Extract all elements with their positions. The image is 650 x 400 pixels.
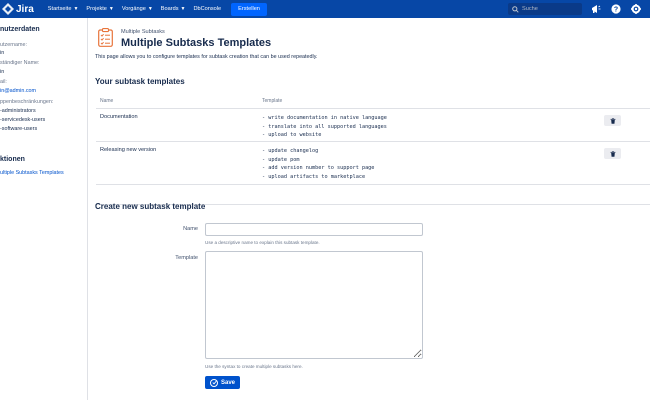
delete-template-button[interactable] (604, 148, 621, 159)
sidebar: nutzerdaten utzername: in ständiger Name… (0, 18, 88, 400)
search-box[interactable] (508, 3, 582, 15)
template-name: Documentation (100, 114, 138, 120)
nav-label: Projekte (86, 6, 107, 12)
top-navigation: Jira Startseite ▼ Projekte ▼ Vorgänge ▼ Boa… (0, 0, 650, 18)
name-input[interactable] (205, 223, 423, 236)
gear-icon[interactable] (630, 3, 642, 15)
table-row: Documentation - write documentation in n… (96, 109, 650, 142)
nav-dbconsole[interactable]: DbConsole (193, 6, 221, 12)
page-description: This page allows you to configure templa… (95, 54, 318, 60)
column-header-name: Name (100, 98, 114, 104)
check-circle-icon (210, 378, 218, 387)
template-field-label: Template (175, 255, 198, 261)
template-name: Releasing new version (100, 147, 157, 153)
nav-label: Vorgänge (121, 6, 146, 12)
help-icon[interactable]: ? (610, 3, 622, 15)
templates-heading: Your subtask templates (95, 77, 185, 86)
sidebar-link-multiple-subtasks-templates[interactable]: ultiple Subtasks Templates (0, 170, 64, 176)
template-textarea[interactable] (205, 251, 423, 359)
nav-label: Boards (160, 6, 179, 12)
page-title: Multiple Subtasks Templates (121, 37, 272, 49)
trash-icon (610, 117, 615, 124)
save-label: Save (221, 379, 236, 386)
create-button[interactable]: Erstellen (231, 2, 267, 16)
name-field-hint: Use a descriptive name to explain this s… (205, 240, 320, 245)
sidebar-heading-user: nutzerdaten (0, 26, 40, 33)
nav-startseite[interactable]: Startseite ▼ (48, 6, 79, 12)
trash-icon (610, 150, 615, 157)
group-item: -administrators (0, 108, 36, 114)
logo-text: Jira (16, 3, 34, 15)
chevron-down-icon: ▼ (147, 6, 153, 12)
nav-projekte[interactable]: Projekte ▼ (86, 6, 113, 12)
nav-label: Startseite (47, 6, 72, 12)
delete-template-button[interactable] (604, 115, 621, 126)
main-content: Multiple Subtasks Multiple Subtasks Temp… (88, 18, 650, 400)
fullname-label: ständiger Name: (0, 60, 40, 66)
username-value: in (0, 50, 5, 56)
chevron-down-icon: ▼ (108, 6, 114, 12)
search-input[interactable] (522, 6, 578, 12)
sidebar-heading-actions: ktionen (0, 156, 25, 163)
name-field-label: Name (183, 226, 198, 232)
breadcrumb[interactable]: Multiple Subtasks (121, 29, 165, 35)
group-item: -servicedesk-users (0, 117, 46, 123)
template-content: - write documentation in native language… (262, 115, 387, 138)
groups-label: ppenbeschränkungen: (0, 99, 54, 105)
table-row: Releasing new version - update changelog… (96, 142, 650, 185)
clipboard-checklist-icon (98, 28, 113, 47)
group-item: -software-users (0, 126, 38, 132)
column-header-template: Template (262, 98, 283, 104)
nav-label: DbConsole (193, 6, 222, 12)
fullname-value: in (0, 69, 5, 75)
create-template-heading: Create new subtask template (95, 202, 206, 211)
svg-text:?: ? (614, 6, 618, 13)
chevron-down-icon: ▼ (180, 6, 186, 12)
chevron-down-icon: ▼ (73, 6, 79, 12)
username-label: utzername: (0, 42, 27, 48)
jira-logo[interactable]: Jira (2, 0, 48, 18)
search-icon (512, 5, 519, 13)
template-content: - update changelog - update pom - add ve… (262, 148, 375, 180)
jira-logo-icon (2, 3, 14, 15)
email-label: ail: (0, 79, 7, 85)
nav-boards[interactable]: Boards ▼ (161, 6, 186, 12)
save-button[interactable]: Save (205, 376, 241, 389)
template-field-hint: Use the syntax to create multiple subtas… (205, 364, 303, 369)
nav-vorgaenge[interactable]: Vorgänge ▼ (122, 6, 153, 12)
email-link[interactable]: in@admin.com (0, 88, 36, 94)
megaphone-icon[interactable] (590, 3, 602, 15)
